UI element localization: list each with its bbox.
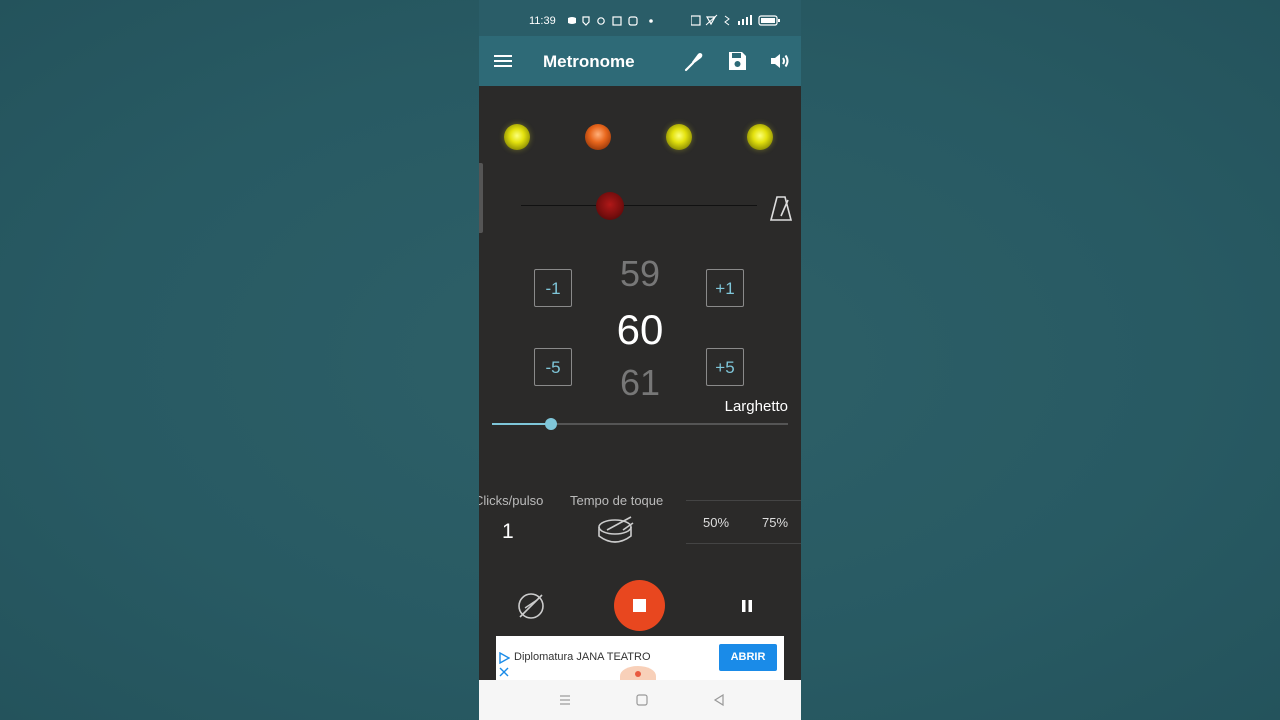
plus-5-button[interactable]: +5: [706, 348, 744, 386]
status-time: 11:39: [529, 15, 556, 27]
stop-icon: [633, 599, 646, 612]
tuning-fork-icon[interactable]: [682, 49, 706, 73]
status-icons-left: [568, 16, 653, 26]
pause-icon[interactable]: [739, 598, 755, 614]
tempo-slider-thumb[interactable]: [545, 418, 558, 430]
beat-light-3: [666, 124, 692, 150]
system-nav-bar: [479, 680, 801, 720]
beat-lights: [479, 122, 801, 152]
beat-light-1: [504, 124, 530, 150]
ad-close-icon[interactable]: [499, 667, 509, 677]
back-icon[interactable]: [713, 693, 725, 707]
mute-beat-icon[interactable]: [516, 591, 546, 621]
tempo-slider[interactable]: [492, 418, 788, 430]
phone-screen: 11:39 Metronome -1 +1 -5 +5 59 60 61 Lar…: [479, 0, 801, 720]
recents-icon[interactable]: [559, 693, 571, 707]
save-icon[interactable]: [725, 49, 749, 73]
bpm-next-value[interactable]: 61: [609, 368, 671, 402]
minus-5-button[interactable]: -5: [534, 348, 572, 386]
side-drawer-handle[interactable]: [479, 163, 483, 233]
percent-75-option[interactable]: 75%: [762, 515, 788, 530]
tempo-slider-fill: [492, 423, 552, 425]
volume-icon[interactable]: [768, 49, 792, 73]
menu-icon[interactable]: [491, 49, 515, 73]
minus-1-button[interactable]: -1: [534, 269, 572, 307]
bpm-current-value[interactable]: 60: [604, 306, 676, 354]
app-bar: Metronome: [479, 36, 801, 86]
drum-icon[interactable]: [597, 514, 635, 546]
tap-tempo-label: Tempo de toque: [570, 493, 664, 508]
metronome-icon[interactable]: [769, 194, 793, 222]
status-bar: 11:39: [479, 0, 801, 36]
app-title: Metronome: [543, 52, 635, 71]
status-icons-right: [691, 14, 780, 26]
pendulum-track: [521, 205, 757, 206]
bpm-previous-value[interactable]: 59: [609, 250, 671, 288]
ad-open-button[interactable]: ABRIR: [719, 644, 777, 671]
percent-50-option[interactable]: 50%: [703, 515, 729, 530]
clicks-per-beat-label: Clicks/pulso: [479, 493, 544, 508]
home-icon[interactable]: [636, 693, 648, 707]
tempo-marking: Larghetto: [724, 398, 788, 415]
ad-banner[interactable]: Diplomatura JANA TEATRO ABRIR: [496, 636, 784, 686]
beat-light-4: [747, 124, 773, 150]
volume-percent-options: 50% 75%: [686, 500, 801, 544]
stop-button[interactable]: [614, 580, 665, 631]
ad-choices-icon[interactable]: [498, 652, 510, 664]
beat-light-2-accent: [585, 124, 611, 150]
ad-text: Diplomatura JANA TEATRO: [514, 651, 651, 663]
pendulum-ball: [596, 192, 624, 220]
plus-1-button[interactable]: +1: [706, 269, 744, 307]
clicks-per-beat-value[interactable]: 1: [502, 520, 514, 544]
